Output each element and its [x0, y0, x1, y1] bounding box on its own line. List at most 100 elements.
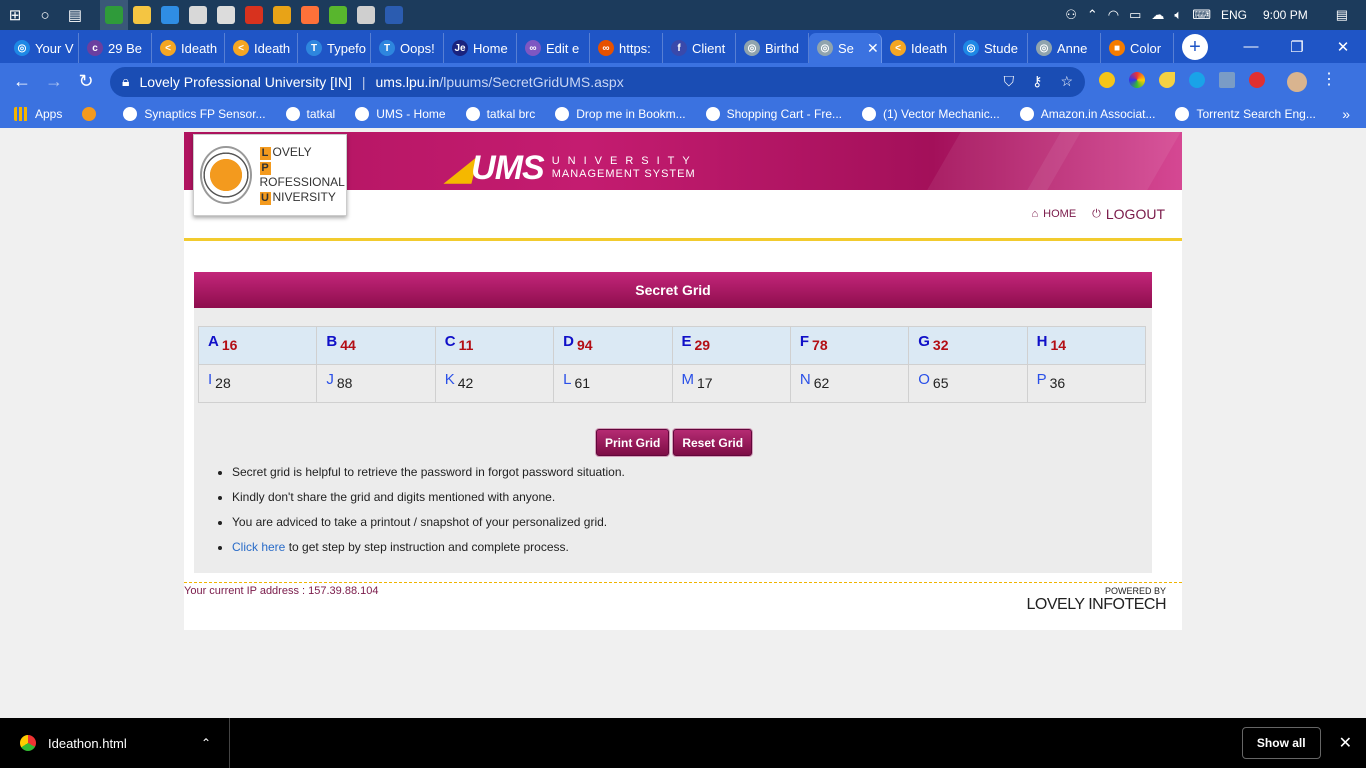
chrome-icon[interactable]: [100, 0, 128, 30]
bookmark-item[interactable]: UMS - Home: [355, 107, 446, 121]
logout-link[interactable]: ⏻ LOGOUT: [1092, 206, 1165, 222]
extension-icon[interactable]: [1129, 71, 1145, 88]
clock[interactable]: 9:00 PM: [1263, 8, 1308, 22]
bookmark-item[interactable]: [82, 107, 103, 121]
browser-tab[interactable]: T Oops!: [371, 33, 444, 63]
close-window-icon[interactable]: ✕: [1320, 30, 1366, 63]
reload-icon[interactable]: ↻: [70, 71, 102, 92]
bookmark-item[interactable]: Amazon.in Associat...: [1019, 107, 1155, 121]
app-p-icon[interactable]: [240, 0, 268, 30]
browser-tab[interactable]: T Typefo: [298, 33, 371, 63]
bookmark-item[interactable]: Synaptics FP Sensor...: [123, 107, 266, 121]
browser-tab[interactable]: ◎ Se ✕: [809, 33, 882, 63]
mail-icon[interactable]: [212, 0, 240, 30]
shield-icon[interactable]: ⛉: [1004, 73, 1015, 90]
browser-tab[interactable]: ◎ Birthd: [736, 33, 809, 63]
key-icon[interactable]: ⚷: [1032, 73, 1042, 90]
bookmark-item[interactable]: Drop me in Bookm...: [555, 107, 686, 121]
reset-grid-button[interactable]: Reset Grid: [673, 429, 753, 456]
app-glyph: [245, 6, 263, 24]
extension-icon[interactable]: [1249, 71, 1265, 88]
bookmark-label: Synaptics FP Sensor...: [144, 107, 266, 121]
photos-icon[interactable]: [352, 0, 380, 30]
forward-icon[interactable]: →: [38, 71, 70, 92]
new-tab-button[interactable]: +: [1182, 34, 1208, 60]
browser-tab[interactable]: f Client: [663, 33, 736, 63]
browser-tab[interactable]: ∞ Edit e: [517, 33, 590, 63]
battery-icon[interactable]: ▭: [1129, 7, 1141, 23]
chevron-up-icon[interactable]: ⌃: [201, 736, 211, 750]
extension-icon[interactable]: [1099, 71, 1115, 88]
bookmark-favicon-icon: [1175, 107, 1190, 121]
browser-tab[interactable]: ◎ Your V: [6, 33, 79, 63]
word-icon[interactable]: [380, 0, 408, 30]
browser-tab[interactable]: Je Home: [444, 33, 517, 63]
grid-cell: K 42: [434, 364, 555, 403]
bookmarks-overflow-icon[interactable]: »: [1342, 106, 1366, 122]
moon-icon[interactable]: [1159, 71, 1175, 88]
edge-icon[interactable]: [156, 0, 184, 30]
extension-icon[interactable]: [1189, 71, 1205, 88]
keyboard-icon[interactable]: ⌨: [1192, 7, 1211, 23]
firefox-icon[interactable]: [296, 0, 324, 30]
app-s-icon[interactable]: [268, 0, 296, 30]
profile-avatar[interactable]: [1287, 71, 1307, 92]
browser-tab[interactable]: ∞ https:: [590, 33, 663, 63]
app-glyph: [329, 6, 347, 24]
logo-initial: L: [259, 147, 271, 160]
grid-key: F: [799, 332, 810, 350]
language-indicator[interactable]: ENG: [1221, 8, 1247, 22]
browser-tab[interactable]: ◎ Anne: [1028, 33, 1101, 63]
bookmark-favicon-icon: [82, 107, 97, 121]
home-link[interactable]: ⌂ HOME: [1032, 208, 1077, 220]
address-bar[interactable]: 🔒︎ Lovely Professional University [IN] |…: [110, 66, 1085, 97]
browser-tab[interactable]: ■ Color: [1101, 33, 1174, 63]
grid-value: 44: [340, 336, 356, 353]
browser-tab[interactable]: ◎ Stude: [955, 33, 1028, 63]
task-view-icon[interactable]: ▤: [60, 0, 90, 30]
volume-icon[interactable]: 🔈︎: [1174, 7, 1182, 23]
grid-value: 17: [697, 374, 713, 391]
click-here-link[interactable]: Click here: [232, 540, 285, 554]
close-icon[interactable]: ✕: [1339, 733, 1352, 753]
menu-icon[interactable]: ⋮: [1321, 71, 1337, 88]
file-explorer-icon[interactable]: [128, 0, 156, 30]
browser-tab[interactable]: < Ideath: [152, 33, 225, 63]
notification-icon[interactable]: ▤: [1336, 7, 1348, 23]
favicon-icon: ∞: [598, 40, 614, 56]
browser-tab[interactable]: < Ideath: [882, 33, 955, 63]
grid-cell: P 36: [1026, 364, 1147, 403]
download-item[interactable]: Ideathon.html ⌃: [0, 718, 230, 768]
windows-start-icon[interactable]: ⊞: [0, 0, 30, 30]
back-icon[interactable]: ←: [6, 71, 38, 92]
cortana-search-icon[interactable]: ○: [30, 0, 60, 30]
lock-icon[interactable]: 🔒︎: [122, 73, 129, 90]
lpu-logo[interactable]: L OVELY PROFESSIONAL U NIVERSITY: [193, 134, 347, 216]
print-grid-button[interactable]: Print Grid: [596, 429, 670, 456]
grid-key: O: [918, 370, 930, 388]
minimize-icon[interactable]: —: [1228, 30, 1274, 63]
bookmark-item[interactable]: tatkal brc: [465, 107, 535, 121]
site-identity[interactable]: Lovely Professional University [IN]: [139, 74, 351, 90]
wifi-icon[interactable]: ◠: [1108, 7, 1119, 23]
people-icon[interactable]: ⚇: [1065, 7, 1077, 23]
bookmark-item[interactable]: (1) Vector Mechanic...: [862, 107, 1000, 121]
bookmark-item[interactable]: tatkal: [285, 107, 335, 121]
show-all-button[interactable]: Show all: [1241, 727, 1321, 759]
browser-toolbar: ← → ↻ 🔒︎ Lovely Professional University …: [0, 63, 1366, 100]
cloud-icon[interactable]: ☁: [1151, 7, 1164, 23]
store-icon[interactable]: [184, 0, 212, 30]
bookmark-item[interactable]: Shopping Cart - Fre...: [705, 107, 842, 121]
close-tab-icon[interactable]: ✕: [867, 40, 879, 57]
chevron-up-icon[interactable]: ⌃: [1087, 7, 1098, 23]
panel-title: Secret Grid: [194, 272, 1152, 308]
secret-grid-panel: Secret Grid A 16 B 44 C 11 D 94 E 29 F 78 G 32 H 14 I 28 J…: [194, 272, 1152, 573]
browser-tab[interactable]: < Ideath: [225, 33, 298, 63]
extension-icon[interactable]: [1219, 71, 1235, 88]
browser-tab[interactable]: c 29 Be: [79, 33, 152, 63]
bookmark-star-icon[interactable]: ☆: [1060, 73, 1073, 90]
bookmark-item[interactable]: Torrentz Search Eng...: [1175, 107, 1316, 121]
bookmark-item[interactable]: Apps: [14, 107, 62, 121]
restore-icon[interactable]: ❐: [1274, 30, 1320, 63]
utorrent-icon[interactable]: [324, 0, 352, 30]
